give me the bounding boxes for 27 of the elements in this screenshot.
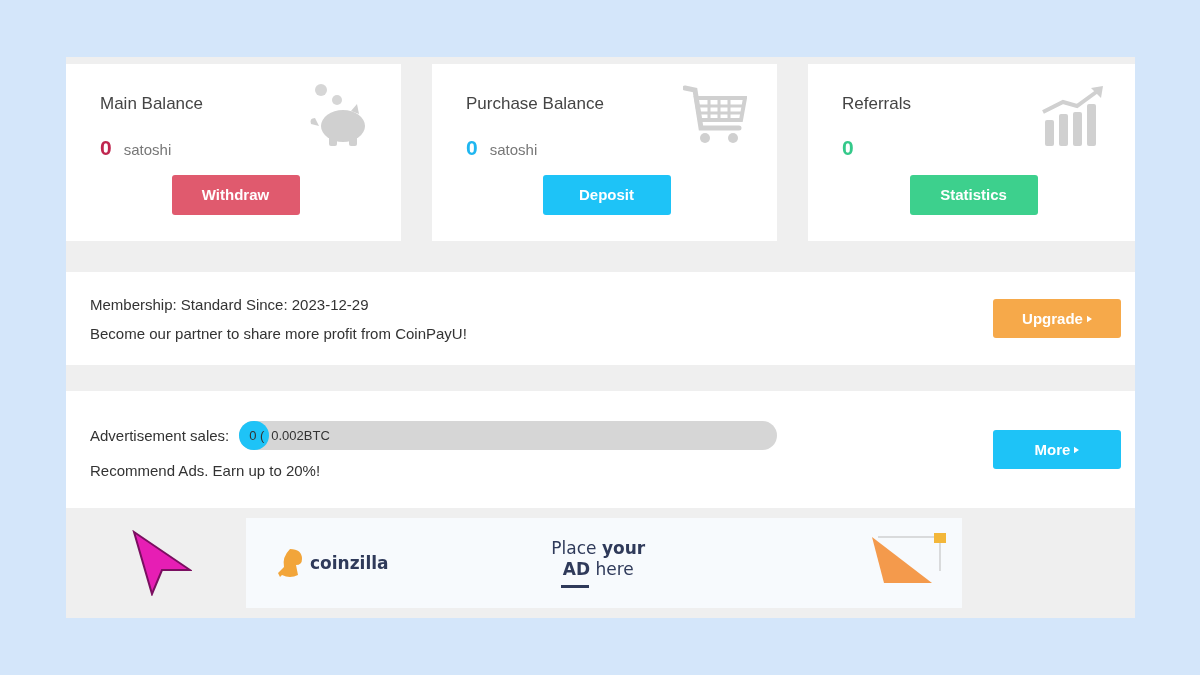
sales-label: Advertisement sales: bbox=[90, 426, 230, 444]
caret-icon bbox=[1086, 314, 1092, 323]
card-button[interactable]: Statistics bbox=[909, 174, 1038, 215]
pointer-arrow-icon bbox=[132, 530, 192, 596]
ad-slogan: Place your bbox=[551, 538, 646, 559]
growth-chart-icon bbox=[1041, 84, 1105, 148]
card-button[interactable]: Deposit bbox=[542, 174, 671, 215]
card-title: Main Balance bbox=[100, 94, 204, 114]
unit-label: satoshi bbox=[489, 141, 538, 158]
card-button[interactable]: Withdraw bbox=[171, 174, 300, 215]
brand-name: coinzilla bbox=[310, 553, 389, 573]
partner-text: Become our partner to share more profit from CoinPayU! bbox=[90, 324, 467, 342]
amount: 0 bbox=[466, 136, 478, 160]
membership-status: Membership: Standard Since: 2023-12-29 bbox=[90, 295, 370, 313]
unit-label: satoshi bbox=[123, 141, 172, 158]
ad-slogan: AD here bbox=[562, 558, 634, 579]
amount: 0 bbox=[842, 136, 854, 160]
more-button[interactable]: More bbox=[993, 430, 1121, 469]
upgrade-button[interactable]: Upgrade bbox=[993, 299, 1121, 338]
card-title: Referrals bbox=[842, 94, 912, 114]
recommend-text: Recommend Ads. Earn up to 20%! bbox=[90, 461, 322, 479]
card-title: Purchase Balance bbox=[466, 94, 605, 114]
progress-target: 0.002BTC bbox=[271, 427, 330, 443]
amount: 0 bbox=[100, 136, 112, 160]
ad-banner[interactable]: coinzilla Place your AD here bbox=[246, 518, 962, 608]
progress-value: 0 ( bbox=[249, 427, 265, 443]
caret-icon bbox=[1074, 445, 1080, 454]
